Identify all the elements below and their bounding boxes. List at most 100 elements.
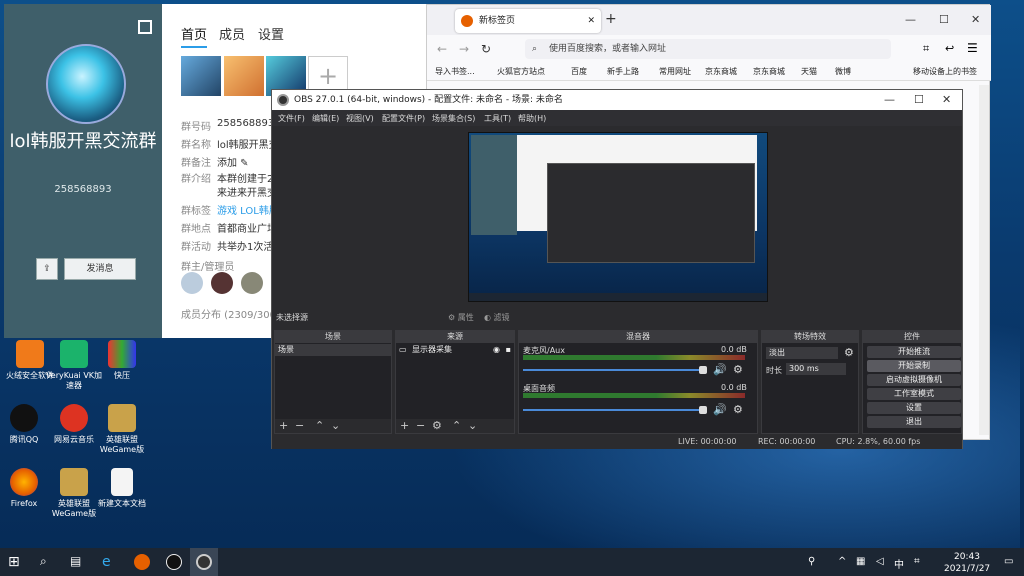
- close-button[interactable]: ✕: [942, 90, 951, 110]
- tab-title: 新标签页: [479, 16, 516, 26]
- network-icon[interactable]: ▦: [856, 556, 865, 567]
- desktop-icon-kuaiya[interactable]: 快压: [92, 340, 152, 381]
- scene-item[interactable]: 场景: [275, 344, 391, 356]
- bookmark-item[interactable]: 京东商城: [753, 66, 785, 77]
- notification-icon[interactable]: ▭: [1004, 556, 1013, 567]
- gear-icon[interactable]: ⚙: [733, 403, 743, 416]
- gear-icon[interactable]: ⚙: [432, 419, 442, 432]
- bookmark-item[interactable]: 微博: [835, 66, 851, 77]
- qr-code-icon[interactable]: [138, 20, 152, 34]
- volume-slider[interactable]: [523, 369, 703, 371]
- gear-icon[interactable]: ⚙: [733, 363, 743, 376]
- add-icon[interactable]: +: [400, 419, 409, 432]
- settings-button[interactable]: 设置: [867, 402, 961, 414]
- menu-tools[interactable]: 工具(T): [484, 113, 511, 124]
- add-icon[interactable]: +: [279, 419, 288, 432]
- forward-icon[interactable]: →: [459, 42, 469, 56]
- bookmark-item[interactable]: 百度: [571, 66, 587, 77]
- duration-input[interactable]: 300 ms: [786, 363, 846, 375]
- people-icon[interactable]: ⚲: [808, 556, 815, 567]
- menu-profile[interactable]: 配置文件(P): [382, 113, 425, 124]
- tab-home[interactable]: 首页: [181, 24, 208, 48]
- task-view-icon[interactable]: ▤: [70, 554, 86, 570]
- move-down-icon[interactable]: ⌄: [331, 419, 340, 432]
- move-down-icon[interactable]: ⌄: [468, 419, 477, 432]
- volume-slider[interactable]: [523, 409, 703, 411]
- admin-avatar[interactable]: [241, 272, 263, 294]
- menu-file[interactable]: 文件(F): [278, 113, 305, 124]
- gear-icon[interactable]: ⚙: [844, 346, 854, 359]
- ime-grid-icon[interactable]: ⌗: [914, 556, 920, 567]
- admin-avatar[interactable]: [211, 272, 233, 294]
- lock-icon[interactable]: ▪: [506, 344, 511, 356]
- volume-slider-handle[interactable]: [699, 406, 707, 414]
- filters-button[interactable]: ◐ 滤镜: [484, 312, 510, 323]
- speaker-icon[interactable]: 🔊: [713, 403, 727, 416]
- qq-icon[interactable]: [166, 554, 182, 570]
- studio-mode-button[interactable]: 工作室模式: [867, 388, 961, 400]
- close-tab-icon[interactable]: ✕: [587, 9, 595, 33]
- move-up-icon[interactable]: ⌃: [315, 419, 324, 432]
- rec-status: REC: 00:00:00: [758, 437, 816, 446]
- preview-canvas[interactable]: [468, 132, 768, 302]
- start-streaming-button[interactable]: 开始推流: [867, 346, 961, 358]
- source-item[interactable]: ▭ 显示器采集 ◉ ▪: [396, 344, 514, 356]
- tab-members[interactable]: 成员: [219, 24, 245, 43]
- group-photo[interactable]: [224, 56, 264, 96]
- minimize-button[interactable]: —: [905, 13, 916, 26]
- edge-icon[interactable]: e: [102, 554, 118, 570]
- search-icon[interactable]: ⌕: [40, 554, 56, 570]
- undo-icon[interactable]: ↩: [945, 42, 954, 55]
- back-icon[interactable]: ←: [437, 42, 447, 56]
- volume-slider-handle[interactable]: [699, 366, 707, 374]
- tab-settings[interactable]: 设置: [258, 24, 284, 43]
- properties-button[interactable]: ⚙ 属性: [448, 312, 474, 323]
- scrollbar[interactable]: [979, 85, 989, 435]
- bookmark-item[interactable]: 新手上路: [607, 66, 639, 77]
- send-message-button[interactable]: 发消息: [64, 258, 136, 280]
- clock-time[interactable]: 20:43: [954, 552, 980, 562]
- start-recording-button[interactable]: 开始录制: [867, 360, 961, 372]
- show-hidden-icon[interactable]: ^: [838, 556, 846, 567]
- group-photo[interactable]: [181, 56, 221, 96]
- mobile-bookmarks[interactable]: 移动设备上的书签: [913, 66, 977, 77]
- desktop-icon-lol-wegame[interactable]: 英雄联盟WeGame版: [92, 404, 152, 455]
- ime-indicator[interactable]: 中: [894, 556, 904, 571]
- maximize-button[interactable]: ☐: [939, 13, 949, 26]
- menu-view[interactable]: 视图(V): [346, 113, 374, 124]
- menu-help[interactable]: 帮助(H): [518, 113, 546, 124]
- info-value[interactable]: 添加 ✎: [217, 154, 249, 169]
- remove-icon[interactable]: −: [295, 419, 304, 432]
- exit-button[interactable]: 退出: [867, 416, 961, 428]
- desktop-icon-text-document[interactable]: 新建文本文档: [92, 468, 152, 509]
- share-button[interactable]: ⇪: [36, 258, 58, 280]
- address-bar[interactable]: ⌕ 使用百度搜索，或者输入网址: [525, 39, 891, 59]
- browser-tab[interactable]: 新标签页 ✕: [455, 9, 601, 33]
- obs-taskbar-button[interactable]: [190, 548, 218, 576]
- bookmark-item[interactable]: 火狐官方站点: [497, 66, 545, 77]
- menu-icon[interactable]: ☰: [967, 41, 978, 55]
- eye-icon[interactable]: ◉: [493, 344, 500, 356]
- menu-scene-collection[interactable]: 场景集合(S): [432, 113, 475, 124]
- bookmark-item[interactable]: 京东商城: [705, 66, 737, 77]
- remove-icon[interactable]: −: [416, 419, 425, 432]
- clock-date[interactable]: 2021/7/27: [944, 564, 990, 574]
- firefox-icon[interactable]: [134, 554, 150, 570]
- close-button[interactable]: ✕: [971, 13, 980, 26]
- screenshot-icon[interactable]: ⌗: [923, 42, 929, 56]
- move-up-icon[interactable]: ⌃: [452, 419, 461, 432]
- bookmark-item[interactable]: 常用网址: [659, 66, 691, 77]
- start-virtual-camera-button[interactable]: 启动虚拟摄像机: [867, 374, 961, 386]
- menu-edit[interactable]: 编辑(E): [312, 113, 339, 124]
- windows-start-icon[interactable]: ⊞: [8, 554, 24, 570]
- maximize-button[interactable]: ☐: [914, 90, 924, 110]
- bookmark-item[interactable]: 导入书签...: [435, 66, 475, 77]
- reload-icon[interactable]: ↻: [481, 42, 491, 56]
- admin-avatar[interactable]: [181, 272, 203, 294]
- speaker-icon[interactable]: 🔊: [713, 363, 727, 376]
- new-tab-button[interactable]: +: [605, 11, 617, 27]
- volume-icon[interactable]: ◁: [876, 556, 884, 567]
- bookmark-item[interactable]: 天猫: [801, 66, 817, 77]
- transition-select[interactable]: 淡出: [766, 347, 838, 359]
- minimize-button[interactable]: —: [884, 90, 895, 110]
